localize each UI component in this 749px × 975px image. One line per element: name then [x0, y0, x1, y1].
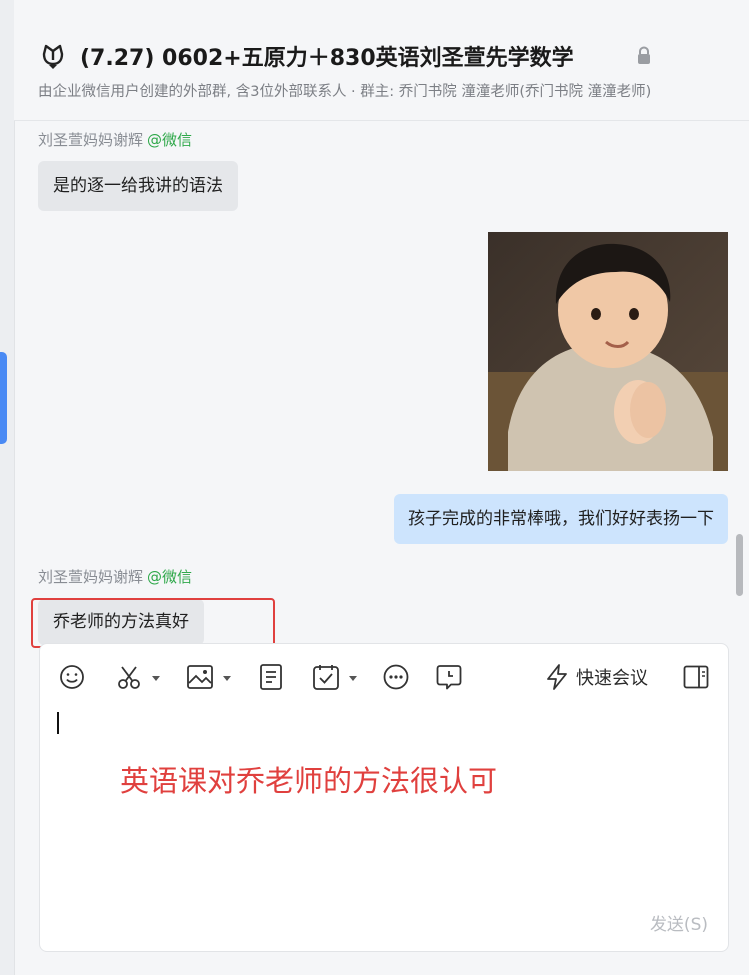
schedule-icon[interactable]	[312, 662, 364, 692]
message-sender: 刘圣萱妈妈谢辉 @微信	[38, 566, 192, 587]
message-composer[interactable]: 快速会议 英语课对乔老师的方法很认可 发送(S)	[39, 643, 729, 952]
active-chat-indicator	[0, 352, 7, 444]
sender-source: @微信	[147, 568, 193, 586]
message-sender: 刘圣萱妈妈谢辉 @微信	[38, 129, 192, 150]
scissors-icon[interactable]	[115, 662, 163, 692]
message-bubble-outgoing[interactable]: 孩子完成的非常棒哦，我们好好表扬一下	[394, 494, 728, 544]
image-icon[interactable]	[186, 662, 234, 692]
quick-meeting-button[interactable]: 快速会议	[544, 662, 648, 692]
sidebar-toggle-icon[interactable]	[682, 662, 710, 692]
history-icon[interactable]	[435, 662, 463, 692]
sender-source: @微信	[147, 131, 193, 149]
message-bubble-incoming[interactable]: 是的逐一给我讲的语法	[38, 161, 238, 211]
more-icon[interactable]	[382, 662, 410, 692]
document-icon[interactable]	[257, 662, 285, 692]
sender-name: 刘圣萱妈妈谢辉	[38, 568, 144, 586]
emoji-icon[interactable]	[58, 662, 86, 692]
scrollbar-thumb[interactable]	[736, 534, 743, 596]
annotation-text: 英语课对乔老师的方法很认可	[120, 764, 498, 798]
send-button[interactable]: 发送(S)	[650, 910, 708, 935]
sent-image[interactable]	[488, 232, 728, 471]
sender-name: 刘圣萱妈妈谢辉	[38, 131, 144, 149]
annotation-highlight-box	[31, 598, 275, 648]
chat-subtitle: 由企业微信用户创建的外部群, 含3位外部联系人 · 群主: 乔门书院 潼潼老师(…	[38, 84, 652, 100]
lightning-icon	[544, 663, 570, 691]
quick-meeting-label: 快速会议	[576, 668, 648, 689]
lock-icon	[636, 46, 652, 66]
group-icon	[38, 41, 68, 71]
chat-title: (7.27) 0602+五原力＋830英语刘圣萱先学数学	[80, 46, 574, 71]
text-caret	[57, 712, 59, 734]
chat-header: (7.27) 0602+五原力＋830英语刘圣萱先学数学 由企业微信用户创建的外…	[14, 0, 749, 121]
left-rail	[0, 0, 15, 975]
